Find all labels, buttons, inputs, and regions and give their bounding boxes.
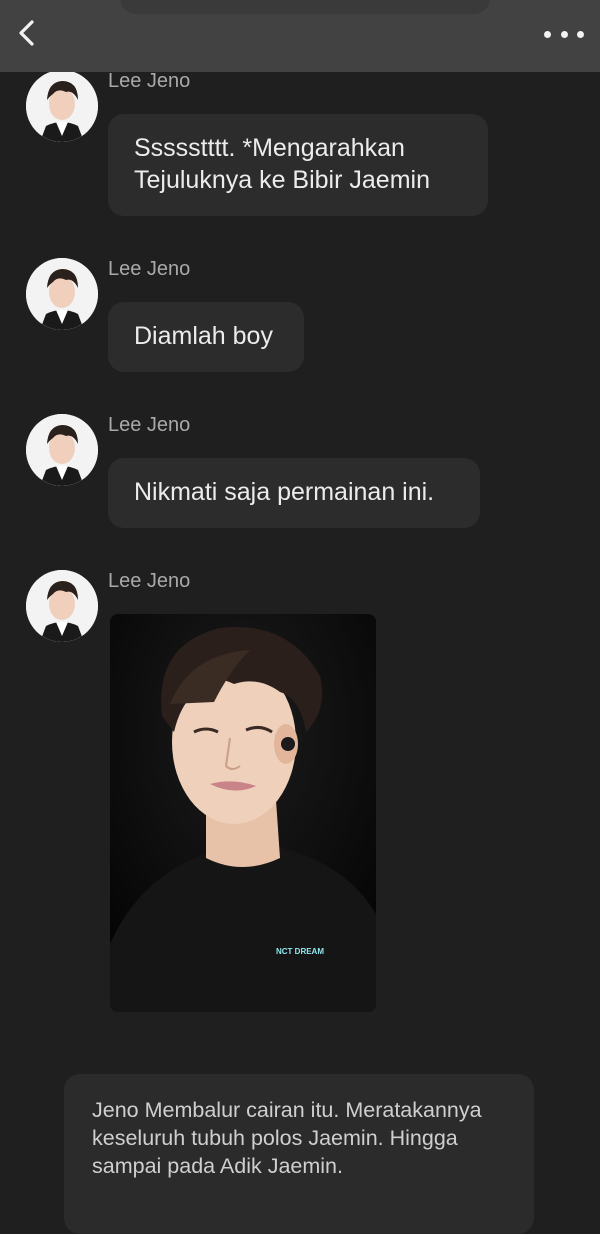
message-bubble[interactable]: Nikmati saja permainan ini.	[108, 458, 480, 528]
avatar[interactable]	[26, 414, 98, 486]
sender-name: Lee Jeno	[108, 414, 191, 436]
faded-previous-text: Hiii hiiks hiiks	[120, 0, 490, 14]
chevron-left-icon	[19, 20, 34, 46]
narration-text: Jeno Membalur cairan itu. Meratakannya k…	[92, 1098, 482, 1178]
avatar[interactable]	[26, 570, 98, 642]
message-photo[interactable]: NCT DREAM	[110, 614, 376, 1012]
more-dot	[577, 30, 584, 38]
top-bar: Hiii hiiks hiiks	[0, 0, 600, 72]
avatar[interactable]	[26, 258, 98, 330]
avatar[interactable]	[26, 70, 98, 142]
message-text: Diamlah boy	[134, 322, 273, 350]
message-text: Nikmati saja permainan ini.	[134, 478, 435, 506]
more-dot	[544, 30, 551, 38]
sender-name: Lee Jeno	[108, 570, 191, 592]
message-text: Ssssstttt. *Mengarahkan Tejuluknya ke Bi…	[134, 134, 430, 194]
more-dot	[560, 30, 568, 38]
shirt-text: NCT DREAM	[276, 947, 324, 956]
back-button[interactable]	[10, 16, 44, 50]
message-bubble[interactable]: Diamlah boy	[108, 302, 304, 372]
message-bubble[interactable]: Ssssstttt. *Mengarahkan Tejuluknya ke Bi…	[108, 114, 488, 216]
more-options-button[interactable]	[544, 22, 584, 46]
sender-name: Lee Jeno	[108, 258, 191, 280]
narration-bubble[interactable]: Jeno Membalur cairan itu. Meratakannya k…	[64, 1074, 534, 1234]
sender-name: Lee Jeno	[108, 70, 191, 92]
